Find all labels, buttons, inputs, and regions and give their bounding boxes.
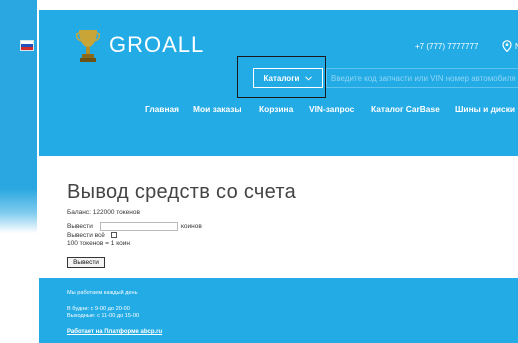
page: GROALL +7 (777) 7777777 N Каталоги Введи…	[39, 10, 518, 343]
nav-item-carbase-catalog[interactable]: Каталог CarBase	[371, 104, 440, 114]
platform-link[interactable]: Работает на Платформе abcp.ru	[67, 329, 162, 335]
nav-item-my-orders[interactable]: Мои заказы	[193, 104, 242, 114]
page-title: Вывод средств со счета	[67, 181, 297, 203]
footer-weekends: Выходные: с 11-00 до 15-00	[67, 313, 140, 319]
site-logo-text[interactable]: GROALL	[109, 32, 204, 58]
search-placeholder: Введите код запчасти или VIN номер автом…	[331, 73, 516, 83]
unit-label: коинов	[181, 223, 202, 230]
trophy-logo-icon[interactable]	[76, 28, 100, 64]
chevron-down-icon	[305, 75, 313, 81]
nav-item-cart[interactable]: Корзина	[259, 104, 293, 114]
location-pin-icon[interactable]	[502, 40, 512, 52]
nav-item-vin-request[interactable]: VIN-запрос	[309, 104, 354, 114]
side-panel	[0, 0, 37, 343]
exchange-rate-text: 100 токенов = 1 коин	[67, 240, 130, 247]
browser-viewport: GROALL +7 (777) 7777777 N Каталоги Введи…	[0, 0, 518, 343]
catalogs-dropdown-button[interactable]: Каталоги	[253, 68, 323, 88]
balance-text: Баланс: 122000 токенов	[67, 209, 140, 216]
phone-number[interactable]: +7 (777) 7777777	[415, 42, 478, 51]
catalogs-label: Каталоги	[263, 73, 300, 83]
site-footer: Мы работаем каждый день В будни: с 9-00 …	[39, 278, 518, 343]
footer-weekdays: В будни: с 9-00 до 20-00	[67, 306, 130, 312]
withdraw-all-checkbox[interactable]	[111, 232, 117, 238]
withdraw-section: Вывод средств со счета Баланс: 122000 то…	[39, 156, 518, 278]
part-search-input[interactable]: Введите код запчасти или VIN номер автом…	[326, 68, 518, 88]
footer-schedule-title: Мы работаем каждый день	[67, 290, 138, 296]
withdraw-label: Вывести	[67, 223, 93, 230]
nav-item-home[interactable]: Главная	[145, 104, 179, 114]
withdraw-all-label: Вывести всё	[67, 232, 105, 239]
withdraw-button[interactable]: Вывести	[67, 257, 105, 268]
nav-item-tires-wheels[interactable]: Шины и диски	[455, 104, 515, 114]
site-header: GROALL +7 (777) 7777777 N Каталоги Введи…	[39, 10, 518, 156]
amount-input[interactable]	[100, 222, 178, 231]
russian-flag-icon[interactable]	[20, 40, 34, 51]
